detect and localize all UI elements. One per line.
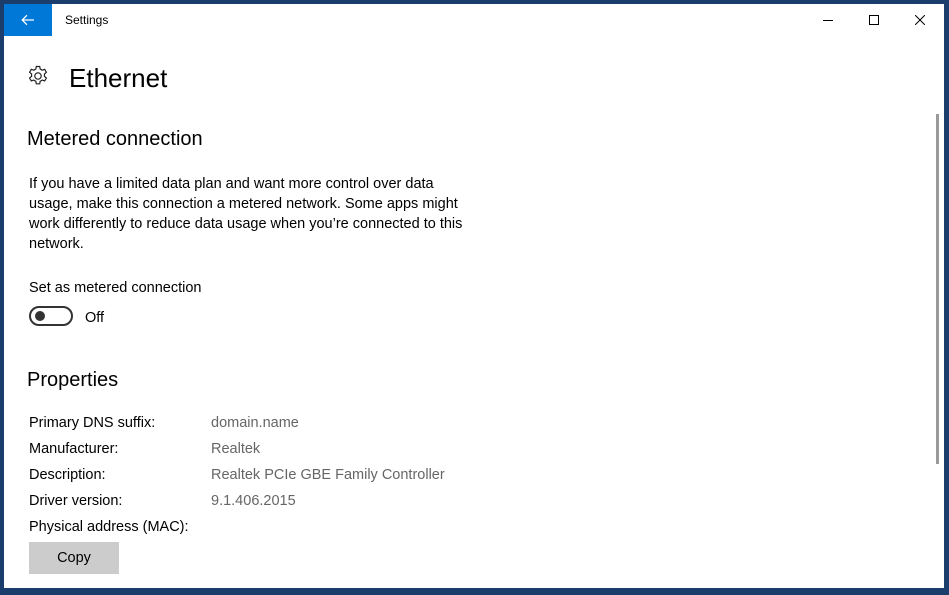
- page-title: Ethernet: [69, 63, 168, 93]
- metered-description: If you have a limited data plan and want…: [29, 176, 463, 252]
- properties-section-title: Properties: [27, 369, 119, 391]
- app-title: Settings: [65, 13, 109, 27]
- gear-icon: [28, 65, 48, 85]
- close-button[interactable]: [897, 4, 943, 36]
- close-icon: [915, 15, 925, 25]
- property-label: Driver version:: [29, 493, 123, 509]
- metered-section-title: Metered connection: [27, 128, 203, 150]
- settings-window: Settings Ethernet Metered connection If: [4, 4, 944, 588]
- property-value: Realtek: [211, 441, 261, 457]
- property-label: Manufacturer:: [29, 441, 119, 457]
- maximize-icon: [869, 15, 879, 25]
- minimize-icon: [823, 20, 833, 21]
- scrollbar[interactable]: [936, 114, 939, 464]
- property-label: Primary DNS suffix:: [29, 415, 156, 431]
- property-value: Realtek PCIe GBE Family Controller: [211, 467, 445, 483]
- copy-button[interactable]: Copy: [29, 542, 119, 574]
- maximize-button[interactable]: [851, 4, 897, 36]
- property-label: Description:: [29, 467, 106, 483]
- property-value: 9.1.406.2015: [211, 493, 296, 509]
- toggle-knob: [35, 311, 45, 321]
- minimize-button[interactable]: [805, 4, 851, 36]
- toggle-state-text: Off: [85, 310, 105, 326]
- property-label: Physical address (MAC):: [29, 519, 189, 535]
- back-button[interactable]: [4, 4, 52, 36]
- metered-toggle[interactable]: [29, 306, 73, 326]
- property-value: domain.name: [211, 415, 299, 431]
- metered-toggle-label: Set as metered connection: [29, 280, 202, 296]
- title-bar: Settings: [4, 4, 944, 36]
- back-arrow-icon: [21, 14, 34, 26]
